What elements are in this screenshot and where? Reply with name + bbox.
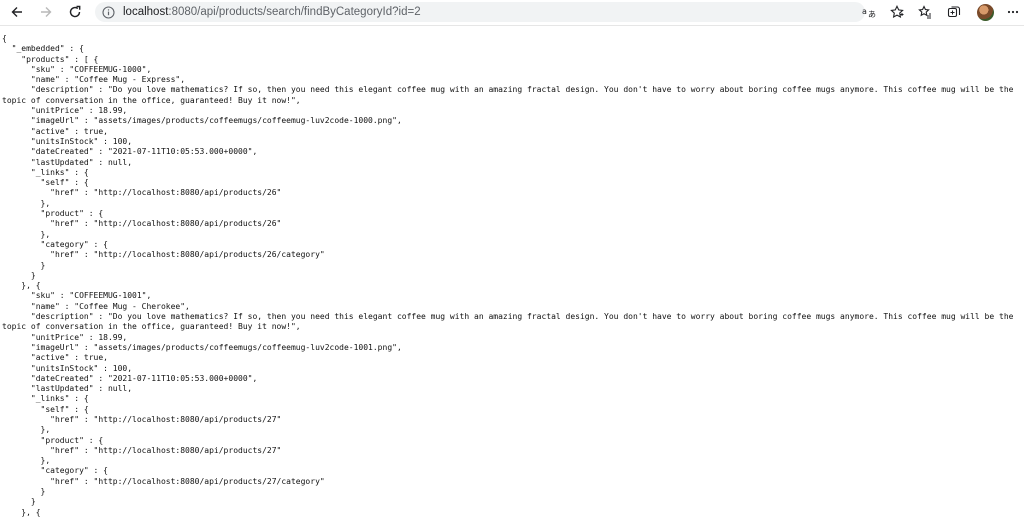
forward-arrow-icon[interactable]	[35, 2, 57, 22]
json-line: "dateCreated" : "2021-07-11T10:05:53.000…	[2, 147, 258, 157]
avatar[interactable]	[977, 4, 994, 21]
json-line: "self" : {	[2, 178, 89, 188]
json-line: "sku" : "COFFEEMUG-1000",	[2, 64, 152, 74]
json-line: "sku" : "COFFEEMUG-1001",	[2, 291, 152, 301]
json-line: },	[2, 425, 51, 435]
info-icon[interactable]	[101, 5, 115, 19]
json-line: topic of conversation in the office, gua…	[2, 322, 301, 332]
json-line: },	[2, 229, 51, 239]
json-line: }	[2, 260, 46, 270]
json-line: "href" : "http://localhost:8080/api/prod…	[2, 250, 325, 260]
json-line: "description" : "Do you love mathematics…	[2, 312, 1014, 322]
json-line: "unitsInStock" : 100,	[2, 136, 133, 146]
json-line: "category" : {	[2, 466, 108, 476]
json-line: "self" : {	[2, 404, 89, 414]
json-line: "href" : "http://localhost:8080/api/prod…	[2, 414, 282, 424]
json-line: "href" : "http://localhost:8080/api/prod…	[2, 188, 282, 198]
json-line: "href" : "http://localhost:8080/api/prod…	[2, 476, 325, 486]
json-line: "unitsInStock" : 100,	[2, 363, 133, 373]
star-icon[interactable]	[886, 2, 908, 22]
json-line: "unitPrice" : 18.99,	[2, 332, 128, 342]
json-line: "href" : "http://localhost:8080/api/prod…	[2, 219, 282, 229]
json-line: "name" : "Coffee Mug - Cherokee",	[2, 301, 190, 311]
address-bar[interactable]: localhost:8080/api/products/search/findB…	[95, 2, 865, 22]
json-line: topic of conversation in the office, gua…	[2, 95, 301, 105]
json-line: "_links" : {	[2, 394, 89, 404]
favorites-icon[interactable]	[914, 2, 936, 22]
json-line: "lastUpdated" : null,	[2, 157, 133, 167]
json-line: "category" : {	[2, 239, 108, 249]
json-line: "description" : "Do you love mathematics…	[2, 85, 1014, 95]
json-line: "unitPrice" : 18.99,	[2, 106, 128, 116]
json-line: {	[2, 34, 7, 43]
json-line: "imageUrl" : "assets/images/products/cof…	[2, 116, 402, 126]
json-line: "dateCreated" : "2021-07-11T10:05:53.000…	[2, 373, 258, 383]
json-line: "href" : "http://localhost:8080/api/prod…	[2, 445, 282, 455]
json-line: }, {	[2, 507, 41, 517]
page-content: { "_embedded" : { "products" : [ { "sku"…	[2, 34, 1022, 518]
collections-icon[interactable]	[943, 2, 965, 22]
json-line: "_embedded" : {	[2, 44, 84, 54]
json-line: "name" : "Coffee Mug - Express",	[2, 75, 186, 85]
json-line: }	[2, 487, 46, 497]
svg-text:あ: あ	[868, 10, 876, 19]
json-line: },	[2, 456, 51, 466]
json-line: "products" : [ {	[2, 54, 99, 64]
json-line: "product" : {	[2, 209, 104, 219]
back-arrow-icon[interactable]	[6, 2, 28, 22]
reload-icon[interactable]	[64, 2, 86, 22]
json-line: "product" : {	[2, 435, 104, 445]
browser-toolbar: localhost:8080/api/products/search/findB…	[0, 0, 1024, 26]
json-line: "active" : true,	[2, 353, 108, 363]
json-viewer: { "_embedded" : { "products" : [ { "sku"…	[2, 34, 1022, 518]
svg-text:a: a	[862, 7, 867, 16]
json-line: "active" : true,	[2, 126, 108, 136]
json-line: }	[2, 497, 36, 507]
json-line: }	[2, 270, 36, 280]
address-url[interactable]: localhost:8080/api/products/search/findB…	[123, 6, 421, 18]
more-icon[interactable]	[1002, 2, 1024, 22]
json-line: }, {	[2, 281, 41, 291]
read-aloud-icon[interactable]: aあ	[858, 2, 880, 22]
json-line: "lastUpdated" : null,	[2, 384, 133, 394]
json-line: "_links" : {	[2, 167, 89, 177]
json-line: "imageUrl" : "assets/images/products/cof…	[2, 342, 402, 352]
json-line: },	[2, 198, 51, 208]
